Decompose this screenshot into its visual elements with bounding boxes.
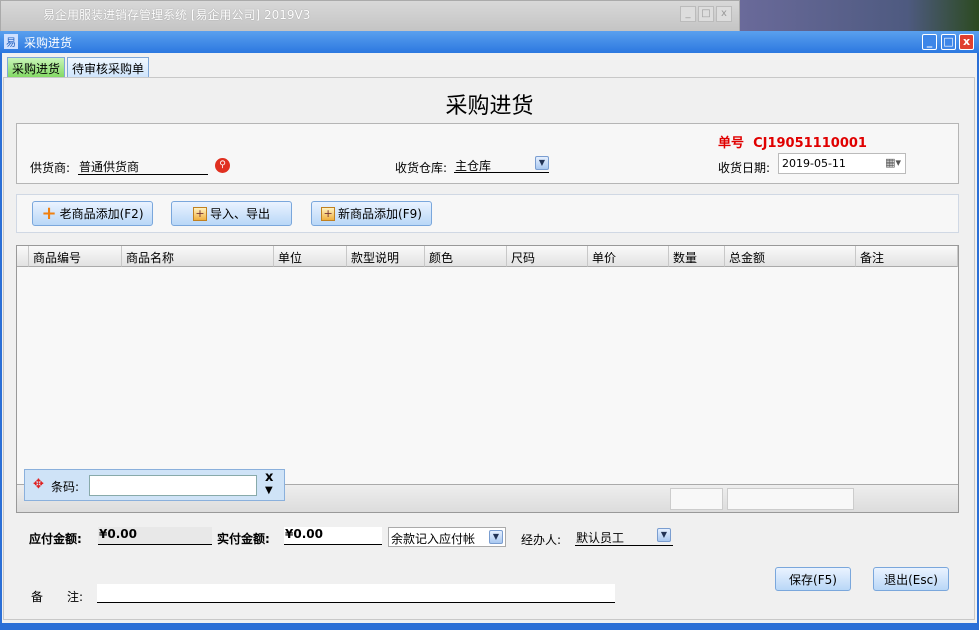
remark-label: 备 注:: [31, 590, 84, 604]
app-icon: 易: [4, 34, 18, 49]
plus-icon: +: [41, 202, 57, 224]
old-product-add-button[interactable]: + 老商品添加(F2): [32, 201, 153, 226]
balance-mode-value: 余款记入应付帐: [391, 532, 476, 546]
old-product-add-label: 老商品添加(F2): [59, 207, 144, 221]
tab-pending-review[interactable]: 待审核采购单: [67, 57, 150, 78]
payable-amount: ¥0.00: [98, 527, 212, 545]
warehouse-label: 收货仓库:: [395, 161, 448, 175]
close-button[interactable]: x: [716, 6, 732, 22]
column-header[interactable]: 单价: [588, 246, 669, 267]
chevron-down-icon[interactable]: ▼: [265, 485, 273, 496]
new-product-add-label: 新商品添加(F9): [338, 207, 422, 221]
page-title: 采购进货: [445, 94, 534, 119]
column-header[interactable]: 总金额: [725, 246, 856, 267]
column-header[interactable]: 颜色: [425, 246, 507, 267]
column-header[interactable]: 尺码: [507, 246, 588, 267]
barcode-label: 条码:: [51, 480, 80, 494]
warehouse-value: 主仓库: [455, 159, 492, 173]
tab-purchase[interactable]: 采购进货: [7, 57, 66, 78]
handler-select[interactable]: 默认员工 ▼: [575, 527, 673, 546]
date-picker[interactable]: 2019-05-11 ▦▾: [778, 153, 906, 174]
quantity-total: [670, 488, 723, 510]
calendar-icon[interactable]: ▦▾: [885, 156, 901, 169]
chevron-down-icon[interactable]: ▼: [535, 156, 549, 170]
supplier-field[interactable]: 普通供货商: [78, 156, 208, 175]
maximize-button[interactable]: □: [698, 6, 714, 22]
warehouse-select[interactable]: 主仓库 ▼: [454, 155, 549, 173]
column-header[interactable]: 商品编号: [29, 246, 122, 267]
background-window[interactable]: 易企用服装进销存管理系统 [易企用公司] 2019V3 _ □ x: [0, 0, 740, 32]
column-header[interactable]: 单位: [274, 246, 347, 267]
import-export-label: 导入、导出: [209, 207, 270, 221]
maximize-button[interactable]: □: [941, 34, 956, 50]
row-header: [17, 246, 29, 267]
minimize-button[interactable]: _: [922, 34, 937, 50]
save-button[interactable]: 保存(F5): [775, 567, 851, 591]
close-button[interactable]: x: [959, 34, 974, 50]
new-product-icon: +: [321, 206, 336, 221]
balance-mode-select[interactable]: 余款记入应付帐 ▼: [388, 527, 506, 547]
background-window-title: 易企用服装进销存管理系统 [易企用公司] 2019V3: [43, 8, 311, 22]
paid-label: 实付金额:: [217, 532, 270, 546]
new-product-add-button[interactable]: + 新商品添加(F9): [311, 201, 432, 226]
barcode-panel[interactable]: ✥ 条码: x ▼: [24, 469, 285, 501]
import-icon: +: [192, 206, 207, 221]
import-export-button[interactable]: + 导入、导出: [171, 201, 292, 226]
order-number-value: CJ19051110001: [753, 136, 867, 151]
amount-total: [727, 488, 854, 510]
chevron-down-icon[interactable]: ▼: [657, 528, 671, 542]
remark-input[interactable]: [97, 584, 615, 603]
titlebar: 易 采购进货 _ □ x: [0, 31, 979, 53]
date-value: 2019-05-11: [782, 157, 846, 170]
window-title: 采购进货: [24, 36, 73, 50]
move-icon[interactable]: ✥: [33, 477, 44, 492]
close-icon[interactable]: x: [265, 470, 273, 485]
column-header[interactable]: 数量: [669, 246, 725, 267]
barcode-input[interactable]: [89, 475, 257, 496]
column-header[interactable]: 备注: [856, 246, 958, 267]
handler-label: 经办人:: [521, 533, 562, 547]
desktop-background: [740, 0, 979, 32]
paid-amount-input[interactable]: ¥0.00: [284, 527, 382, 545]
order-number-label: 单号: [718, 136, 745, 151]
search-icon[interactable]: ⚲: [215, 158, 230, 173]
handler-value: 默认员工: [576, 531, 625, 545]
toolbar: [16, 194, 959, 233]
supplier-label: 供货商:: [30, 161, 71, 175]
payable-label: 应付金额:: [29, 532, 82, 546]
chevron-down-icon[interactable]: ▼: [489, 530, 503, 544]
column-header[interactable]: 商品名称: [122, 246, 274, 267]
column-header[interactable]: 款型说明: [347, 246, 425, 267]
minimize-button[interactable]: _: [680, 6, 696, 22]
date-label: 收货日期:: [718, 161, 771, 175]
order-number: 单号 CJ19051110001: [718, 132, 867, 151]
exit-button[interactable]: 退出(Esc): [873, 567, 949, 591]
